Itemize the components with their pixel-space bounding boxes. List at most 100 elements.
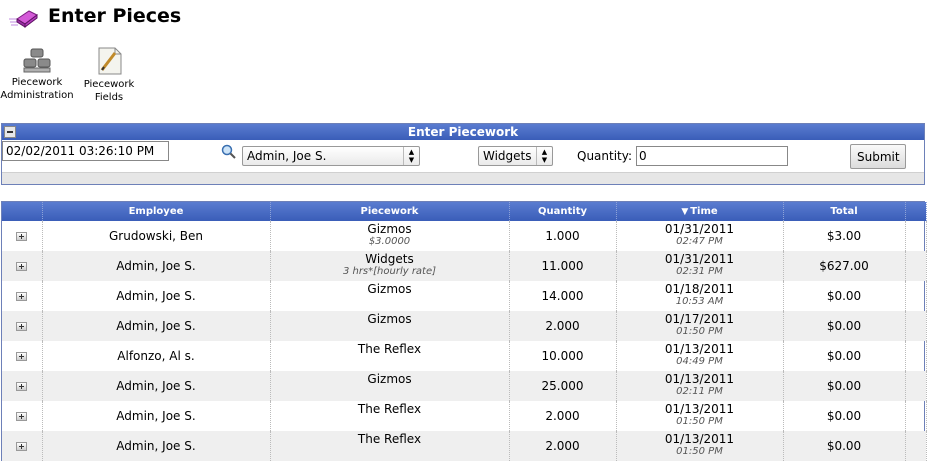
quantity-cell: 2.000 <box>509 431 617 461</box>
column-header-employee[interactable]: Employee <box>42 202 271 221</box>
extra-cell <box>905 401 927 431</box>
piecework-name: Gizmos <box>367 222 412 236</box>
extra-cell <box>905 281 927 311</box>
quantity-cell: 1.000 <box>509 221 617 251</box>
expand-row-icon[interactable] <box>16 382 28 391</box>
piecework-select-value: Widgets <box>483 149 532 163</box>
quantity-value: 2.000 <box>545 439 580 453</box>
expand-row-icon[interactable] <box>16 262 28 271</box>
expand-row-icon[interactable] <box>16 322 28 331</box>
column-header-quantity[interactable]: Quantity <box>509 202 617 221</box>
column-header-piecework[interactable]: Piecework <box>270 202 510 221</box>
date-value: 01/13/2011 <box>664 432 735 446</box>
expand-row-icon[interactable] <box>16 412 28 421</box>
employee-cell: Admin, Joe S. <box>42 431 271 461</box>
column-header-expand <box>2 202 43 221</box>
table-row: Admin, Joe S. Widgets 3 hrs*[hourly rate] 1… <box>2 251 927 281</box>
employee-cell: Admin, Joe S. <box>42 281 271 311</box>
quantity-value: 25.000 <box>541 379 584 393</box>
piecework-select[interactable]: Widgets ▲ ▼ <box>478 146 553 166</box>
employee-select[interactable]: Admin, Joe S. ▲ ▼ <box>242 146 420 166</box>
sort-descending-icon: ▼ <box>681 207 689 217</box>
column-header-time[interactable]: ▼ Time <box>616 202 784 221</box>
time-cell: 01/18/2011 10:53 AM <box>616 281 784 311</box>
total-cell: $0.00 <box>783 431 906 461</box>
submit-button[interactable]: Submit <box>850 144 906 169</box>
expand-row-icon[interactable] <box>16 232 28 241</box>
time-cell: 01/13/2011 01:50 PM <box>616 431 784 461</box>
document-pencil-icon <box>98 47 122 75</box>
total-value: $3.00 <box>826 229 862 243</box>
datetime-input[interactable] <box>2 141 169 161</box>
total-value: $0.00 <box>826 289 862 303</box>
piecework-name: Gizmos <box>367 312 412 326</box>
employee-cell: Alfonzo, Al s. <box>42 341 271 371</box>
expand-row-icon[interactable] <box>16 442 28 451</box>
time-cell: 01/31/2011 02:47 PM <box>616 221 784 251</box>
piecework-administration-label-1: Piecework <box>11 77 63 88</box>
quantity-value: 2.000 <box>545 319 580 333</box>
date-value: 01/13/2011 <box>664 372 735 386</box>
extra-cell <box>905 221 927 251</box>
employee-name: Grudowski, Ben <box>109 229 203 243</box>
time-value: 02:11 PM <box>676 386 723 397</box>
piecework-cell: Gizmos <box>270 281 510 311</box>
piecework-cell: Widgets 3 hrs*[hourly rate] <box>270 251 510 281</box>
total-cell: $3.00 <box>783 221 906 251</box>
piecework-name: Gizmos <box>367 282 412 296</box>
time-cell: 01/13/2011 02:11 PM <box>616 371 784 401</box>
column-header-total[interactable]: Total <box>783 202 906 221</box>
quantity-cell: 2.000 <box>509 401 617 431</box>
enter-piecework-panel: Enter Piecework Admin, Joe S. ▲▼ Widgets… <box>1 123 925 185</box>
time-value: 01:50 PM <box>676 416 723 427</box>
total-cell: $0.00 <box>783 371 906 401</box>
row-expand-cell <box>2 281 43 311</box>
quantity-value: 14.000 <box>541 289 584 303</box>
piecework-table: Employee Piecework Quantity ▼ Time Total … <box>1 201 927 461</box>
time-value: 02:47 PM <box>676 236 723 247</box>
quantity-cell: 11.000 <box>509 251 617 281</box>
employee-cell: Admin, Joe S. <box>42 311 271 341</box>
piecework-name: Widgets <box>365 252 414 266</box>
total-value: $627.00 <box>819 259 869 273</box>
piecework-name: The Reflex <box>357 342 422 356</box>
piecework-cell: The Reflex <box>270 431 510 461</box>
piecework-fields-button[interactable]: Piecework Fields <box>80 46 138 104</box>
employee-cell: Grudowski, Ben <box>42 221 271 251</box>
row-expand-cell <box>2 341 43 371</box>
search-icon[interactable] <box>221 144 237 160</box>
column-header-time-label: Time <box>690 206 718 217</box>
select-arrows-icon: ▲ ▼ <box>403 147 419 165</box>
piecework-cell: Gizmos $3.0000 <box>270 221 510 251</box>
expand-row-icon[interactable] <box>16 352 28 361</box>
table-row: Alfonzo, Al s. The Reflex 10.000 01/13/2011… <box>2 341 927 371</box>
quantity-value: 2.000 <box>545 409 580 423</box>
row-expand-cell <box>2 401 43 431</box>
employee-name: Admin, Joe S. <box>116 409 196 423</box>
employee-name: Alfonzo, Al s. <box>117 349 195 363</box>
collapse-icon[interactable] <box>4 126 16 138</box>
quantity-cell: 14.000 <box>509 281 617 311</box>
total-value: $0.00 <box>826 439 862 453</box>
column-header-extra <box>905 202 927 221</box>
table-row: Admin, Joe S. The Reflex 2.000 01/13/2011 01… <box>2 431 927 461</box>
table-row: Admin, Joe S. Gizmos 2.000 01/17/2011 01:50 … <box>2 311 927 341</box>
piecework-cell: The Reflex <box>270 341 510 371</box>
expand-row-icon[interactable] <box>16 292 28 301</box>
quantity-value: 1.000 <box>545 229 580 243</box>
extra-cell <box>905 341 927 371</box>
row-expand-cell <box>2 221 43 251</box>
quantity-input[interactable] <box>636 146 788 166</box>
quantity-cell: 25.000 <box>509 371 617 401</box>
employee-cell: Admin, Joe S. <box>42 371 271 401</box>
time-cell: 01/13/2011 04:49 PM <box>616 341 784 371</box>
employee-name: Admin, Joe S. <box>116 439 196 453</box>
table-row: Admin, Joe S. Gizmos 14.000 01/18/2011 10:53… <box>2 281 927 311</box>
piecework-detail: $3.0000 <box>368 236 411 247</box>
table-row: Admin, Joe S. The Reflex 2.000 01/13/2011 01… <box>2 401 927 431</box>
select-arrows-icon: ▲ ▼ <box>536 147 552 165</box>
piecework-administration-button[interactable]: Piecework Administration <box>0 46 74 102</box>
time-value: 01:50 PM <box>676 326 723 337</box>
quantity-value: 11.000 <box>541 259 584 273</box>
quantity-label: Quantity: <box>577 149 633 163</box>
